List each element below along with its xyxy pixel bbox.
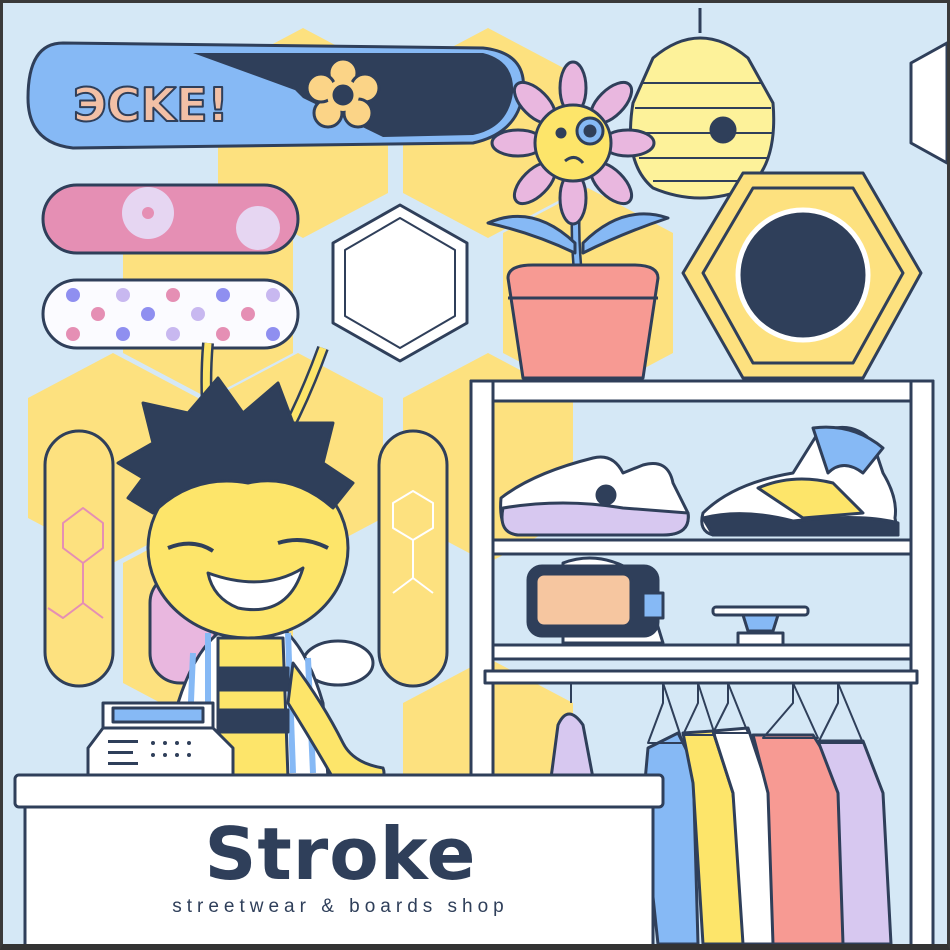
hexagon-mirror xyxy=(681,171,923,380)
helmet-goggles xyxy=(526,556,665,645)
sneaker-blue xyxy=(700,425,900,537)
skateboard-truck xyxy=(711,605,810,647)
floral-skateboard xyxy=(41,278,300,350)
shop-tagline: streetwear & boards shop xyxy=(172,896,509,917)
cash-register xyxy=(86,701,235,785)
honeycomb-skateboard-right xyxy=(377,429,449,688)
honeycomb-skateboard-left xyxy=(43,429,115,688)
shop-name: Stroke xyxy=(204,812,477,896)
hexagon-frame-corner xyxy=(909,41,947,165)
snowboard: ЭCKE! xyxy=(26,41,525,150)
shop-illustration: ЭCKE! Stroke streetwear & boards shop xyxy=(0,0,950,950)
shop-sign: Stroke streetwear & boards shop xyxy=(28,808,653,943)
pink-skateboard xyxy=(41,183,300,255)
snowboard-logo: ЭCKE! xyxy=(73,78,229,132)
hanging-lantern xyxy=(629,8,776,200)
illustration-canvas: ЭCKE! xyxy=(13,8,947,944)
